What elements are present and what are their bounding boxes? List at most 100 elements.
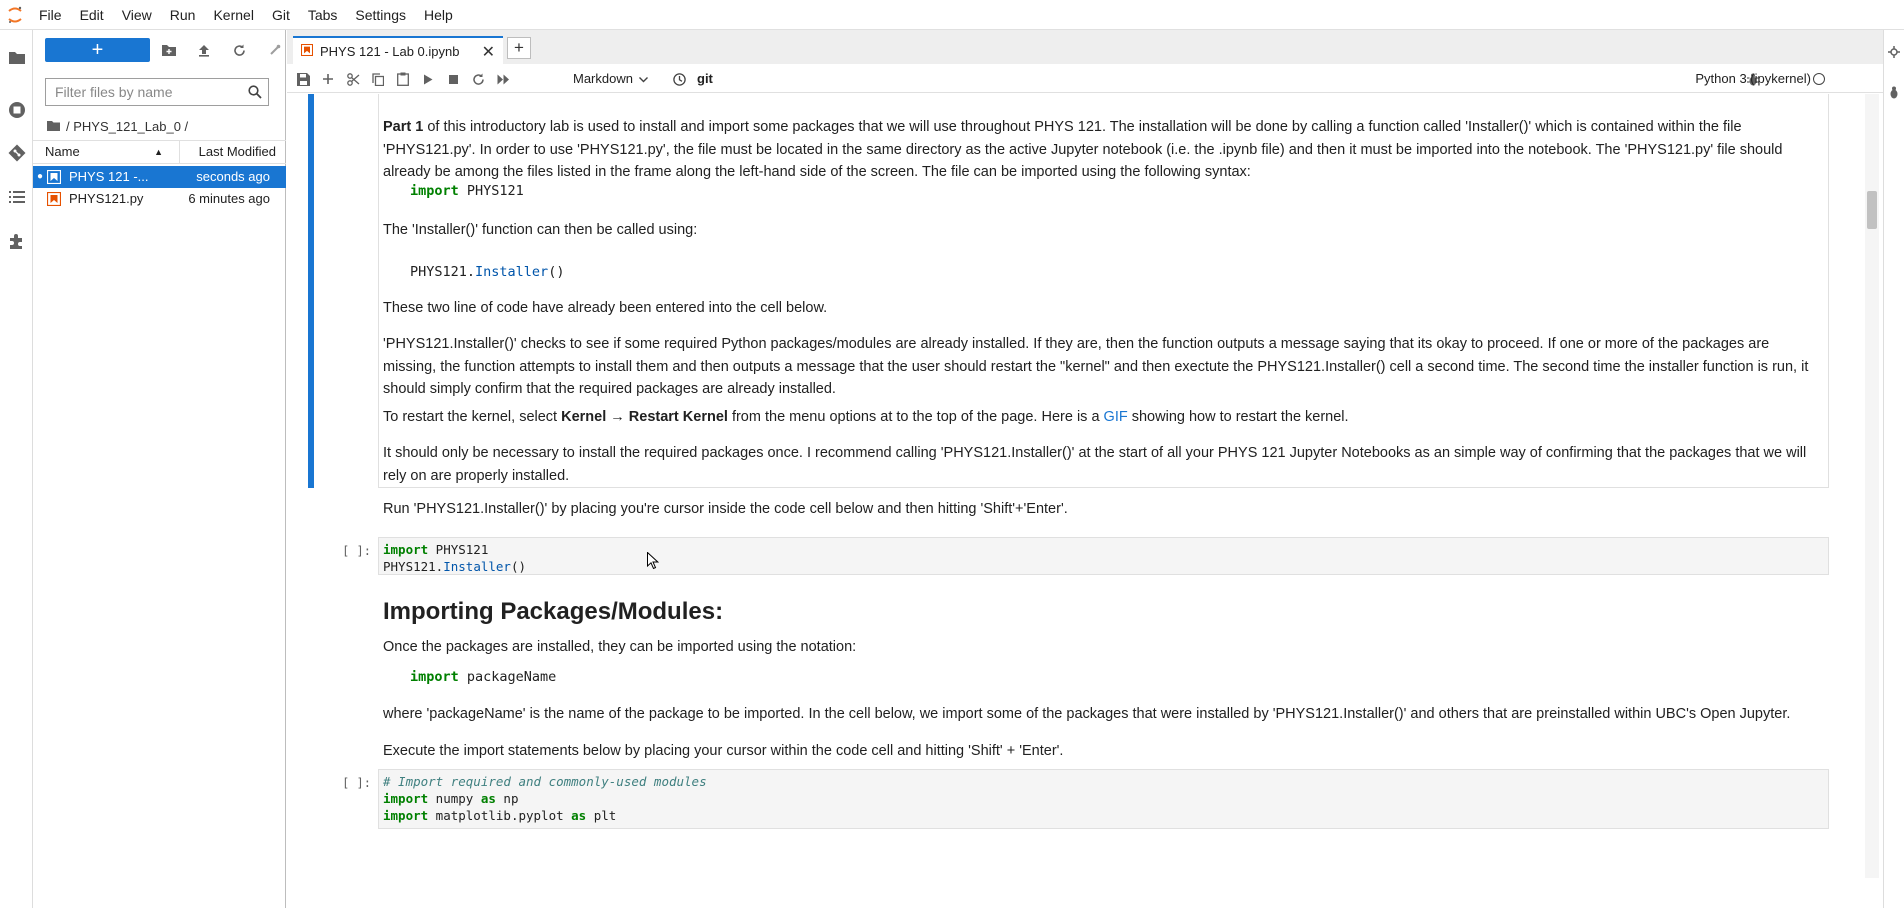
clock-icon[interactable] (667, 68, 691, 90)
notebook-scrollbar[interactable] (1865, 94, 1879, 878)
notebook-toolbar: Markdown git Python 3 (ipykernel) (287, 64, 1883, 93)
code-line: import numpy as np (383, 790, 1824, 807)
tab-notebook[interactable]: PHYS 121 - Lab 0.ipynb ✕ (293, 36, 503, 64)
paragraph-text: from the menu options at to the top of t… (727, 409, 1104, 425)
file-name: PHYS 121 -... (69, 169, 149, 184)
code-text: numpy (428, 791, 481, 806)
active-cell-collapser[interactable] (308, 94, 314, 488)
menu-tabs[interactable]: Tabs (299, 0, 347, 30)
menu-kernel[interactable]: Kernel (204, 0, 262, 30)
folder-icon[interactable] (0, 42, 33, 72)
running-sessions-icon[interactable] (0, 95, 33, 125)
new-launcher-button[interactable]: + (45, 38, 150, 62)
git-diff-button[interactable]: git (697, 68, 713, 90)
cell-type-select[interactable]: Markdown (573, 67, 648, 89)
file-modified: 6 minutes ago (188, 191, 270, 206)
column-last-modified[interactable]: Last Modified (199, 141, 276, 163)
code-cell-imports[interactable]: # Import required and commonly-used modu… (378, 769, 1829, 829)
md-two-lines: These two line of code have already been… (383, 300, 828, 316)
file-name: PHYS121.py (69, 191, 144, 206)
gif-link[interactable]: GIF (1104, 409, 1128, 425)
code-line: PHYS121.Installer() (383, 558, 1824, 575)
breadcrumb: / PHYS_121_Lab_0 / (47, 116, 188, 136)
md-checks: 'PHYS121.Installer()' checks to see if s… (383, 336, 1809, 397)
md-where: where 'packageName' is the name of the p… (383, 706, 1791, 722)
refresh-icon[interactable] (224, 38, 254, 62)
run-icon[interactable] (416, 68, 440, 90)
left-sidebar-tabs (0, 30, 33, 908)
inline-code-import: import PHYS121 (410, 183, 524, 199)
cut-icon[interactable] (341, 68, 365, 90)
property-inspector-icon[interactable] (1888, 46, 1900, 61)
notebook-icon (46, 169, 62, 185)
new-folder-icon[interactable] (154, 38, 184, 62)
mouse-cursor-icon (647, 551, 660, 573)
chevron-down-icon (638, 71, 648, 86)
cell-prompt: [ ]: (342, 544, 371, 558)
table-of-contents-icon[interactable] (0, 182, 33, 212)
keyword: import (383, 791, 429, 806)
menu-file[interactable]: File (30, 0, 71, 30)
sort-ascending-icon: ▲ (154, 147, 163, 157)
debugger-panel-icon[interactable] (1888, 86, 1900, 102)
git-icon[interactable] (0, 138, 33, 168)
heading-importing-packages: Importing Packages/Modules: (383, 598, 724, 625)
code-text: () (548, 264, 565, 280)
keyword: import (383, 808, 429, 823)
notebook-content: Part 1 of this introductory lab is used … (287, 94, 1883, 908)
inline-code-installer: PHYS121.Installer() (410, 264, 564, 280)
extension-manager-icon[interactable] (0, 226, 33, 256)
file-row-python[interactable]: PHYS121.py 6 minutes ago (33, 188, 286, 210)
add-tab-button[interactable]: + (507, 37, 531, 59)
home-folder-icon[interactable] (47, 119, 60, 134)
copy-icon[interactable] (366, 68, 390, 90)
paste-icon[interactable] (391, 68, 415, 90)
running-indicator-icon: ● (37, 171, 44, 182)
menu-run[interactable]: Run (161, 0, 205, 30)
restart-run-all-icon[interactable] (491, 68, 515, 90)
file-row-notebook[interactable]: ● PHYS 121 -... seconds ago (33, 166, 286, 188)
md-restart: To restart the kernel, select Kernel → R… (383, 406, 1823, 429)
restart-kernel-icon[interactable] (466, 68, 490, 90)
close-icon[interactable]: ✕ (482, 42, 495, 62)
save-icon[interactable] (291, 68, 315, 90)
bold-text: Kernel → Restart Kernel (561, 409, 728, 425)
code-text: PHYS121 (428, 542, 489, 557)
file-modified: seconds ago (196, 169, 270, 184)
notebook-icon (300, 43, 314, 59)
code-text: PHYS121. (410, 264, 476, 280)
md-execute: Execute the import statements below by p… (383, 743, 1064, 759)
keyword: import (410, 183, 459, 199)
scrollbar-thumb[interactable] (1867, 191, 1877, 229)
menu-settings[interactable]: Settings (346, 0, 415, 30)
menu-view[interactable]: View (113, 0, 161, 30)
inline-code-package: import packageName (410, 669, 556, 685)
kernel-name[interactable]: Python 3 (ipykernel) (1695, 68, 1811, 90)
code-text: packageName (458, 669, 557, 685)
paragraph-text: showing how to restart the kernel. (1127, 409, 1349, 425)
kernel-status-icon (1813, 73, 1825, 85)
document-tab-bar: PHYS 121 - Lab 0.ipynb ✕ + (287, 30, 1883, 64)
breadcrumb-path[interactable]: / PHYS_121_Lab_0 / (66, 119, 188, 134)
insert-cell-icon[interactable] (316, 68, 340, 90)
upload-icon[interactable] (189, 38, 219, 62)
column-name[interactable]: Name ▲ (45, 141, 180, 163)
search-icon (248, 85, 262, 102)
paragraph-text: To restart the kernel, select (383, 409, 562, 425)
code-cell-installer[interactable]: import PHYS121 PHYS121.Installer() (378, 537, 1829, 575)
right-sidebar-tabs (1883, 30, 1904, 908)
menu-help[interactable]: Help (415, 0, 462, 30)
file-browser-toolbar: + (33, 38, 286, 64)
main-area: PHYS 121 - Lab 0.ipynb ✕ + Markdown git … (287, 30, 1883, 908)
git-clone-icon[interactable] (259, 38, 289, 62)
keyword: import (410, 669, 459, 685)
cell-prompt: [ ]: (342, 776, 371, 790)
file-filter-input[interactable] (46, 79, 236, 105)
file-browser: + / PHYS_121_Lab_0 / Name ▲ Last Modifie… (33, 30, 286, 908)
bold-text: Part 1 (383, 119, 424, 135)
menu-git[interactable]: Git (263, 0, 299, 30)
stop-icon[interactable] (441, 68, 465, 90)
code-attr: Installer (475, 264, 549, 280)
menu-edit[interactable]: Edit (71, 0, 113, 30)
code-text: plt (586, 808, 617, 823)
